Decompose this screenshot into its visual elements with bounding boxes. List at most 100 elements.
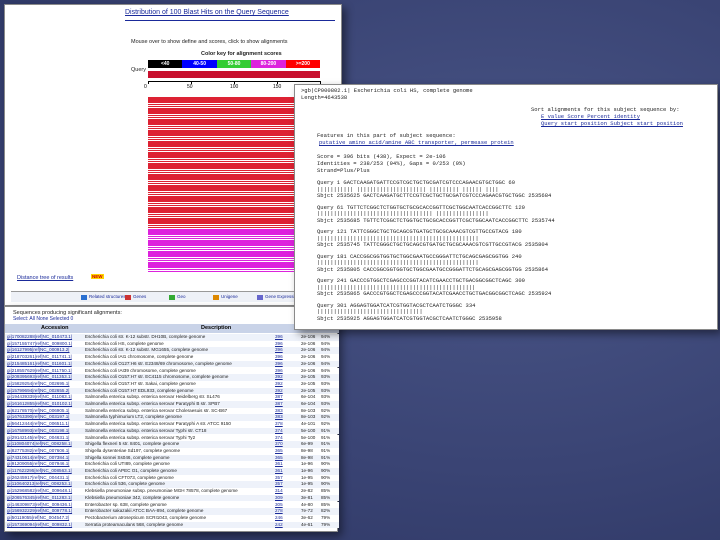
table-row[interactable]: gi|170082288|ref|NC_010473.1| Escherichia… [5,334,339,341]
accession-link[interactable]: gi|110640213|ref|NC_008253.1| [7,481,81,488]
accession-link[interactable]: gi|146309873|ref|NC_009436.1| [7,502,81,509]
score-link[interactable]: 387 [275,394,295,401]
score-link[interactable]: 396 [275,341,295,348]
table-row[interactable]: gi|157369094|ref|NC_009832.1| Serratia pr… [5,521,339,529]
accession-link[interactable]: gi|16127995|ref|NC_000913.2| [7,347,81,354]
score-link[interactable]: 387 [275,401,295,408]
score-link[interactable]: 396 [275,354,295,361]
accession-link[interactable]: gi|62178570|ref|NC_006905.1| [7,408,81,415]
table-row[interactable]: gi|209395693|ref|NC_011353.1| Escherichia… [5,374,339,381]
score-link[interactable]: 374 [275,428,295,435]
hit-bar[interactable] [148,270,319,273]
table-row[interactable]: gi|218557629|ref|NC_011750.1| Escherichia… [5,367,339,375]
accession-link[interactable]: gi|16763390|ref|NC_003197.1| [7,414,81,421]
score-link[interactable]: 392 [275,374,295,381]
accession-link[interactable]: gi|74310614|ref|NC_007384.1| [7,455,81,462]
accession-link[interactable]: gi|15829254|ref|NC_002695.1| [7,381,81,388]
toolbar-link[interactable]: Geo [177,294,186,299]
scale-label: 150 [273,84,282,90]
score-link[interactable]: 365 [275,455,295,462]
table-row[interactable]: gi|218703261|ref|NC_011741.1| Escherichia… [5,354,339,361]
score-link[interactable]: 365 [275,448,295,455]
table-row[interactable]: gi|110640213|ref|NC_008253.1| Escherichia… [5,481,339,489]
table-row[interactable]: gi|156932229|ref|NC_009778.1| Enterobacte… [5,508,339,515]
accession-link[interactable]: gi|56412444|ref|NC_006511.1| [7,421,81,428]
score-link[interactable]: 370 [275,441,295,448]
score-link[interactable]: 357 [275,481,295,488]
accession-link[interactable]: gi|206576345|ref|NC_011283.1| [7,495,81,502]
accession-link[interactable]: gi|15799694|ref|NC_002655.2| [7,388,81,395]
table-row[interactable]: gi|206576345|ref|NC_011283.1| Klebsiella … [5,494,339,502]
toolbar-link[interactable]: Related structures [89,294,126,299]
table-row[interactable]: gi|74310614|ref|NC_007384.1| Shigella son… [5,454,339,462]
score-link[interactable]: 392 [275,388,295,395]
accession-link[interactable]: gi|50119055|ref|NC_004547.2| [7,515,81,522]
score-link[interactable]: 396 [275,368,295,375]
table-row[interactable]: gi|157155747|ref|NC_009800.1| Escherichia… [5,340,339,348]
accession-link[interactable]: gi|26245917|ref|NC_004431.1| [7,475,81,482]
score-link[interactable]: 396 [275,347,295,354]
accession-link[interactable]: gi|152968582|ref|NC_009648.1| [7,488,81,495]
col-description[interactable]: Description [201,324,231,333]
score-link[interactable]: 396 [275,361,295,368]
accession-link[interactable]: gi|16758993|ref|NC_003198.1| [7,428,81,435]
accession-link[interactable]: gi|161612855|ref|NC_010102.1| [7,401,81,408]
select-line[interactable]: Select: All None Selected 0 [13,316,73,322]
table-row[interactable]: gi|56412444|ref|NC_006511.1| Salmonella e… [5,421,339,428]
table-row[interactable]: gi|161612855|ref|NC_010102.1| Salmonella … [5,401,339,408]
accession-link[interactable]: gi|194439339|ref|NC_011083.1| [7,394,81,401]
table-row[interactable]: gi|26245917|ref|NC_004431.1| Escherichia … [5,474,339,482]
accession-link[interactable]: gi|218703261|ref|NC_011741.1| [7,354,81,361]
score-link[interactable]: 242 [275,522,295,529]
score-link[interactable]: 305 [275,502,295,509]
table-row[interactable]: gi|82775382|ref|NC_007606.1| Shigella dys… [5,447,339,455]
score-link[interactable]: 357 [275,475,295,482]
score-link[interactable]: 309 [275,495,295,502]
score-link[interactable]: 392 [275,381,295,388]
distance-tree-link[interactable]: Distance tree of results [17,275,73,281]
toolbar-link[interactable]: Unigene [221,294,238,299]
feature-link[interactable]: putative amino acid/amine ABC transporte… [319,140,514,146]
table-row[interactable]: gi|117622295|ref|NC_008563.1| Escherichia… [5,468,339,475]
accession-link[interactable]: gi|110804074|ref|NC_008258.1| [7,441,81,448]
table-row[interactable]: gi|16127995|ref|NC_000913.2| Escherichia … [5,347,339,355]
table-row[interactable]: gi|29142145|ref|NC_004631.1| Salmonella e… [5,434,339,442]
table-row[interactable]: gi|15829254|ref|NC_002695.1| Escherichia … [5,380,339,388]
score-link[interactable]: 361 [275,461,295,468]
accession-link[interactable]: gi|170082288|ref|NC_010473.1| [7,334,81,341]
score-link[interactable]: 278 [275,508,295,515]
accession-link[interactable]: gi|117622295|ref|NC_008563.1| [7,468,81,475]
table-row[interactable]: gi|152968582|ref|NC_009648.1| Klebsiella … [5,488,339,495]
score-link[interactable]: 383 [275,414,295,421]
table-row[interactable]: gi|16763390|ref|NC_003197.1| Salmonella t… [5,414,339,422]
score-link[interactable]: 246 [275,515,295,522]
accession-link[interactable]: gi|215485161|ref|NC_011601.1| [7,361,81,368]
accession-link[interactable]: gi|29142145|ref|NC_004631.1| [7,435,81,442]
accession-link[interactable]: gi|156932229|ref|NC_009778.1| [7,508,81,515]
accession-link[interactable]: gi|209395693|ref|NC_011353.1| [7,374,81,381]
score-link[interactable]: 374 [275,435,295,442]
score-link[interactable]: 314 [275,488,295,495]
table-row[interactable]: gi|194439339|ref|NC_011083.1| Salmonella … [5,394,339,401]
table-row[interactable]: gi|110804074|ref|NC_008258.1| Shigella fl… [5,441,339,448]
toolbar-link[interactable]: Genes [133,294,146,299]
score-link[interactable]: 361 [275,468,295,475]
color-key-cell: >=200 [285,60,320,68]
table-row[interactable]: gi|50119055|ref|NC_004547.2| Pectobacteri… [5,514,339,522]
table-row[interactable]: gi|146309873|ref|NC_009436.1| Enterobacte… [5,501,339,509]
table-row[interactable]: gi|16758993|ref|NC_003198.1| Salmonella e… [5,427,339,435]
accession-link[interactable]: gi|218557629|ref|NC_011750.1| [7,368,81,375]
accession-link[interactable]: gi|157155747|ref|NC_009800.1| [7,341,81,348]
col-accession[interactable]: Accession [41,324,69,333]
table-row[interactable]: gi|15799694|ref|NC_002655.2| Escherichia … [5,387,339,395]
score-link[interactable]: 378 [275,421,295,428]
table-row[interactable]: gi|91209055|ref|NC_007946.1| Escherichia … [5,461,339,468]
score-link[interactable]: 396 [275,334,295,341]
table-row[interactable]: gi|62178570|ref|NC_006905.1| Salmonella e… [5,407,339,415]
accession-link[interactable]: gi|82775382|ref|NC_007606.1| [7,448,81,455]
accession-link[interactable]: gi|157369094|ref|NC_009832.1| [7,522,81,529]
sort-options-2[interactable]: Query start position Subject start posit… [541,121,683,127]
score-link[interactable]: 383 [275,408,295,415]
accession-link[interactable]: gi|91209055|ref|NC_007946.1| [7,461,81,468]
table-row[interactable]: gi|215485161|ref|NC_011601.1| Escherichia… [5,360,339,368]
